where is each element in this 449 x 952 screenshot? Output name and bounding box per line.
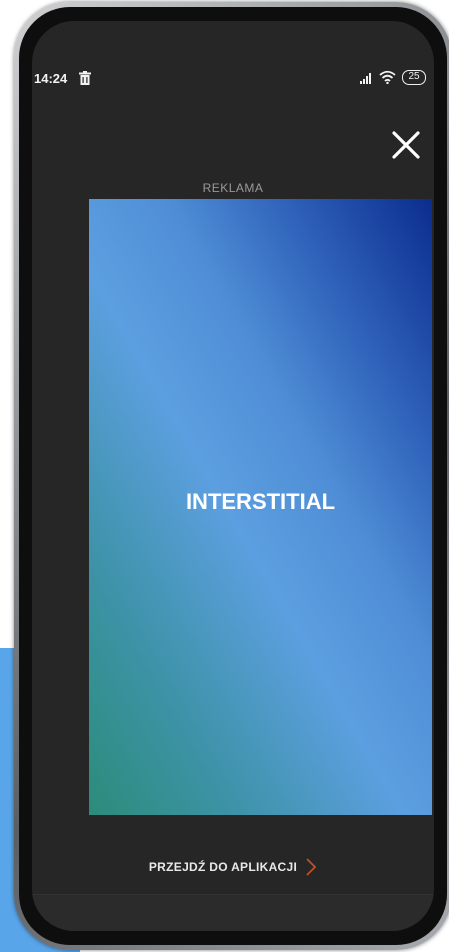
phone-frame: 14:24 25 REKLAMA INTERSTITIAL PRZEJDŹ DO… (14, 2, 449, 950)
ad-label: REKLAMA (202, 181, 264, 195)
ad-banner[interactable]: INTERSTITIAL (89, 199, 432, 815)
go-to-app-label: PRZEJDŹ DO APLIKACJI (148, 860, 298, 874)
signal-icon (360, 73, 371, 84)
battery-icon: 25 (402, 70, 426, 85)
go-to-app-button[interactable]: PRZEJDŹ DO APLIKACJI (32, 857, 434, 877)
chevron-right-icon (306, 858, 317, 876)
close-icon[interactable] (388, 127, 424, 163)
phone-bezel: 14:24 25 REKLAMA INTERSTITIAL PRZEJDŹ DO… (19, 7, 447, 945)
trash-icon (79, 71, 91, 85)
ad-banner-text: INTERSTITIAL (185, 489, 336, 514)
status-bar: 14:24 25 (32, 69, 434, 91)
phone-screen: 14:24 25 REKLAMA INTERSTITIAL PRZEJDŹ DO… (32, 21, 434, 931)
status-time: 14:24 (34, 71, 68, 86)
wifi-icon (379, 70, 396, 84)
bottom-nav-area (32, 895, 434, 931)
